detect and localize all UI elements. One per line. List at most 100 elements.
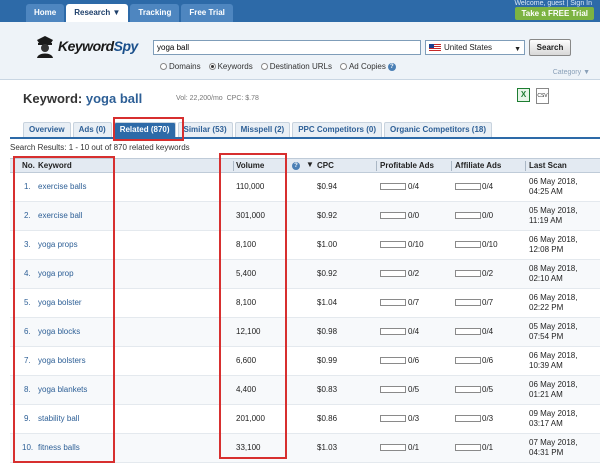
nav-tab-research[interactable]: Research ▼ bbox=[66, 4, 129, 22]
search-header: KeywordSpy United States ▼ Search Domain… bbox=[0, 22, 600, 80]
logo-text-keyword: Keyword bbox=[58, 38, 114, 54]
profitable-ads-bar bbox=[380, 270, 406, 277]
row-last-scan: 08 May 2018, 02:10 AM bbox=[529, 264, 578, 283]
tab-misspell[interactable]: Misspell (2) bbox=[234, 122, 291, 137]
profitable-ads-bar bbox=[380, 299, 406, 306]
row-cpc: $0.86 bbox=[317, 414, 338, 423]
help-icon[interactable]: ? bbox=[387, 62, 396, 71]
help-icon[interactable]: ? bbox=[292, 162, 300, 170]
affiliate-ads-bar bbox=[455, 444, 481, 451]
radio-label: Ad Copies bbox=[348, 62, 386, 71]
affiliate-ads-bar bbox=[455, 386, 481, 393]
column-header-last-scan[interactable]: Last Scan bbox=[529, 159, 567, 173]
row-affiliate-ads: 0/6 bbox=[482, 356, 494, 365]
radio-button-selected[interactable] bbox=[208, 63, 216, 70]
top-navigation-bar: Home Research ▼ Tracking Free Trial Welc… bbox=[0, 0, 600, 22]
row-last-scan: 07 May 2018, 04:31 PM bbox=[529, 438, 578, 457]
radio-label: Domains bbox=[169, 62, 201, 71]
column-header-profitable-ads[interactable]: Profitable Ads bbox=[380, 159, 434, 173]
country-select-value: United States bbox=[444, 43, 493, 52]
tab-organic-competitors[interactable]: Organic Competitors (18) bbox=[384, 122, 493, 137]
radio-ad-copies[interactable]: Ad Copies ? bbox=[339, 62, 396, 71]
nav-tab-tracking[interactable]: Tracking bbox=[130, 4, 180, 22]
country-select[interactable]: United States ▼ bbox=[425, 40, 525, 55]
highlight-box-related-tab bbox=[113, 117, 184, 141]
radio-button[interactable] bbox=[339, 63, 347, 70]
excel-export-icon[interactable]: X bbox=[517, 88, 530, 102]
row-profitable-ads: 0/1 bbox=[408, 443, 420, 452]
tab-similar[interactable]: Similar (53) bbox=[177, 122, 233, 137]
page-title-keyword: yoga ball bbox=[85, 91, 143, 106]
results-summary: Search Results: 1 - 10 out of 870 relate… bbox=[10, 143, 190, 152]
affiliate-ads-bar bbox=[455, 357, 481, 364]
row-profitable-ads: 0/4 bbox=[408, 327, 420, 336]
row-cpc: $1.00 bbox=[317, 240, 338, 249]
category-dropdown[interactable]: Category ▼ bbox=[553, 69, 590, 76]
search-button[interactable]: Search bbox=[529, 39, 571, 56]
spy-icon bbox=[37, 36, 53, 58]
affiliate-ads-bar bbox=[455, 212, 481, 219]
row-cpc: $0.94 bbox=[317, 182, 338, 191]
affiliate-ads-bar bbox=[455, 241, 481, 248]
keyword-cpc: CPC: $.78 bbox=[226, 95, 259, 102]
column-divider bbox=[451, 161, 452, 171]
keywordspy-logo[interactable]: KeywordSpy bbox=[34, 34, 144, 60]
row-last-scan: 06 May 2018, 04:25 AM bbox=[529, 177, 578, 196]
chevron-down-icon: ▼ bbox=[112, 8, 121, 17]
logo-text: KeywordSpy bbox=[58, 38, 138, 54]
radio-destination-urls[interactable]: Destination URLs bbox=[260, 62, 332, 71]
keyword-meta: Vol: 22,200/mo CPC: $.78 bbox=[176, 95, 259, 102]
nav-tab-home[interactable]: Home bbox=[26, 4, 65, 22]
row-last-scan: 09 May 2018, 03:17 AM bbox=[529, 409, 578, 428]
row-profitable-ads: 0/0 bbox=[408, 211, 420, 220]
tab-overview[interactable]: Overview bbox=[23, 122, 71, 137]
radio-button[interactable] bbox=[160, 63, 167, 70]
take-free-trial-button[interactable]: Take a FREE Trial bbox=[515, 7, 594, 20]
sort-desc-icon[interactable]: ▼ bbox=[306, 160, 314, 169]
row-cpc: $1.03 bbox=[317, 443, 338, 452]
radio-domains[interactable]: Domains bbox=[160, 62, 201, 71]
profitable-ads-bar bbox=[380, 328, 406, 335]
main-nav: Home Research ▼ Tracking Free Trial bbox=[26, 4, 233, 22]
row-last-scan: 06 May 2018, 10:39 AM bbox=[529, 351, 578, 370]
row-cpc: $0.99 bbox=[317, 356, 338, 365]
highlight-box-volume-column bbox=[219, 153, 287, 459]
nav-tab-free-trial[interactable]: Free Trial bbox=[181, 4, 233, 22]
highlight-box-keyword-column bbox=[13, 156, 115, 463]
row-profitable-ads: 0/10 bbox=[408, 240, 424, 249]
row-last-scan: 06 May 2018, 02:22 PM bbox=[529, 293, 578, 312]
row-affiliate-ads: 0/2 bbox=[482, 269, 494, 278]
search-input[interactable] bbox=[153, 40, 421, 55]
row-last-scan: 05 May 2018, 07:54 PM bbox=[529, 322, 578, 341]
column-header-cpc[interactable]: CPC bbox=[317, 159, 334, 173]
export-tools: X CSV bbox=[517, 88, 549, 104]
radio-label: Destination URLs bbox=[269, 62, 332, 71]
row-cpc: $0.92 bbox=[317, 211, 338, 220]
profitable-ads-bar bbox=[380, 241, 406, 248]
row-cpc: $0.98 bbox=[317, 327, 338, 336]
csv-export-icon[interactable]: CSV bbox=[536, 88, 549, 104]
profitable-ads-bar bbox=[380, 444, 406, 451]
row-affiliate-ads: 0/5 bbox=[482, 385, 494, 394]
row-affiliate-ads: 0/3 bbox=[482, 414, 494, 423]
row-profitable-ads: 0/4 bbox=[408, 182, 420, 191]
row-affiliate-ads: 0/10 bbox=[482, 240, 498, 249]
row-affiliate-ads: 0/1 bbox=[482, 443, 494, 452]
radio-button[interactable] bbox=[260, 63, 268, 70]
radio-keywords[interactable]: Keywords bbox=[208, 62, 253, 71]
radio-label: Keywords bbox=[217, 62, 253, 71]
column-divider bbox=[525, 161, 526, 171]
column-header-affiliate-ads[interactable]: Affiliate Ads bbox=[455, 159, 501, 173]
page-title: Keyword: yoga ball bbox=[23, 91, 142, 106]
search-type-options: Domains Keywords Destination URLs Ad Cop… bbox=[160, 62, 396, 71]
column-divider bbox=[376, 161, 377, 171]
affiliate-ads-bar bbox=[455, 415, 481, 422]
tab-ads[interactable]: Ads (0) bbox=[72, 122, 112, 137]
result-tabs: Overview Ads (0) Related (870) Similar (… bbox=[23, 122, 493, 137]
keyword-volume: Vol: 22,200/mo bbox=[176, 95, 223, 102]
us-flag-icon bbox=[429, 44, 441, 52]
row-profitable-ads: 0/2 bbox=[408, 269, 420, 278]
tab-ppc-competitors[interactable]: PPC Competitors (0) bbox=[292, 122, 383, 137]
profitable-ads-bar bbox=[380, 183, 406, 190]
tab-underline bbox=[10, 137, 600, 139]
